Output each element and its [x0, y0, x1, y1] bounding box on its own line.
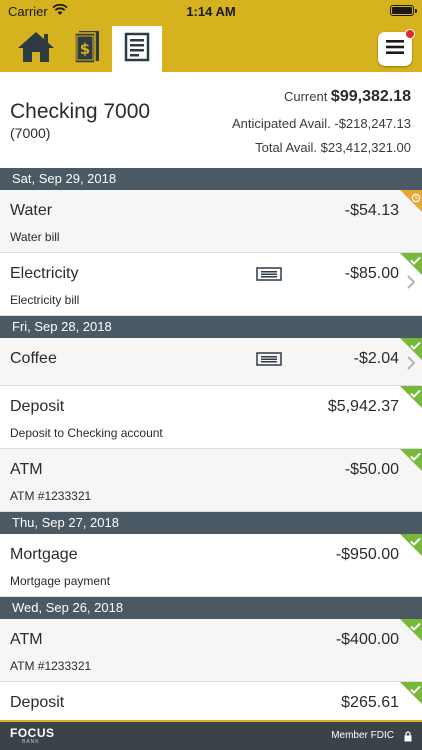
- svg-text:$: $: [80, 40, 90, 58]
- date-header: Sat, Sep 29, 2018: [0, 168, 422, 190]
- transaction-row[interactable]: Water Water bill -$54.13: [0, 190, 422, 253]
- transaction-title: ATM: [10, 461, 43, 478]
- transaction-row[interactable]: Deposit Deposit to Checking account $5,9…: [0, 386, 422, 449]
- money-icon: $: [71, 29, 101, 70]
- transaction-description: Deposit to Checking account: [10, 426, 163, 440]
- current-balance-label: Current: [283, 89, 331, 104]
- register-icon: [124, 32, 150, 67]
- account-name: Checking 7000: [10, 100, 151, 123]
- transaction-row[interactable]: Coffee -$2.04: [0, 338, 422, 386]
- check-icon: [410, 619, 421, 637]
- transaction-amount: -$400.00: [335, 631, 399, 648]
- bank-logo: FOCUS BANK: [10, 726, 55, 745]
- transaction-amount: -$54.13: [344, 202, 399, 219]
- check-icon: [410, 449, 421, 467]
- tab-register[interactable]: [112, 26, 162, 72]
- transaction-amount: $5,942.37: [327, 398, 399, 415]
- footer-bar: FOCUS BANK Member FDIC: [0, 720, 422, 750]
- transaction-description: Electricity bill: [10, 293, 80, 307]
- current-balance-value: $99,382.18: [330, 88, 411, 105]
- account-summary: Checking 7000 (7000) Current $99,382.18 …: [0, 72, 422, 168]
- current-balance: Current $99,382.18: [284, 88, 411, 106]
- transaction-amount: -$2.04: [353, 350, 399, 367]
- transaction-amount: -$85.00: [344, 265, 399, 282]
- transaction-description: Water bill: [10, 230, 60, 244]
- check-icon: [410, 534, 421, 552]
- transaction-list[interactable]: Sat, Sep 29, 2018 Water Water bill -$54.…: [0, 168, 422, 720]
- transaction-title: Deposit: [10, 694, 65, 711]
- memo-icon[interactable]: [256, 352, 282, 371]
- date-header: Thu, Sep 27, 2018: [0, 512, 422, 534]
- status-bar: Carrier 1:14 AM: [0, 0, 422, 22]
- transaction-row[interactable]: Deposit $265.61: [0, 682, 422, 720]
- home-icon: [16, 30, 56, 69]
- check-icon: [410, 338, 421, 356]
- fdic-label: Member FDIC: [331, 730, 394, 741]
- transaction-row[interactable]: ATM ATM #1233321 -$400.00: [0, 619, 422, 682]
- check-icon: [410, 682, 421, 700]
- check-icon: [410, 386, 421, 404]
- tab-accounts[interactable]: $: [64, 26, 108, 72]
- transaction-title: Mortgage: [10, 546, 78, 563]
- transaction-title: Water: [10, 202, 53, 219]
- transaction-title: Electricity: [10, 265, 79, 282]
- date-header: Fri, Sep 28, 2018: [0, 316, 422, 338]
- chevron-right-icon: [407, 275, 416, 294]
- total-balance: Total Avail. $23,412,321.00: [255, 140, 411, 155]
- transaction-title: Deposit: [10, 398, 65, 415]
- bank-logo-text: FOCUS: [10, 726, 55, 740]
- transaction-amount: -$50.00: [344, 461, 399, 478]
- hamburger-menu-icon: [386, 39, 404, 59]
- transaction-description: Mortgage payment: [10, 574, 111, 588]
- menu-button[interactable]: [378, 29, 415, 66]
- transaction-row[interactable]: ATM ATM #1233321 -$50.00: [0, 449, 422, 512]
- battery-icon: [390, 5, 417, 16]
- memo-icon[interactable]: [256, 267, 282, 286]
- transaction-description: ATM #1233321: [10, 659, 92, 673]
- lock-icon: [404, 729, 412, 747]
- anticipated-balance: Anticipated Avail. -$218,247.13: [231, 116, 411, 131]
- tab-home[interactable]: [10, 26, 62, 72]
- check-icon: [410, 253, 421, 271]
- top-toolbar: $: [0, 22, 422, 72]
- transaction-title: Coffee: [10, 350, 57, 367]
- transaction-amount: -$950.00: [335, 546, 399, 563]
- clock-icon: [411, 190, 421, 208]
- account-number: (7000): [10, 125, 51, 141]
- transaction-row[interactable]: Electricity Electricity bill -$85.00: [0, 253, 422, 316]
- transaction-amount: $265.61: [341, 694, 399, 711]
- date-header: Wed, Sep 26, 2018: [0, 597, 422, 619]
- transaction-row[interactable]: Mortgage Mortgage payment -$950.00: [0, 534, 422, 597]
- clock: 1:14 AM: [186, 4, 236, 19]
- notification-badge: [405, 29, 415, 39]
- transaction-description: ATM #1233321: [10, 489, 92, 503]
- transaction-title: ATM: [10, 631, 43, 648]
